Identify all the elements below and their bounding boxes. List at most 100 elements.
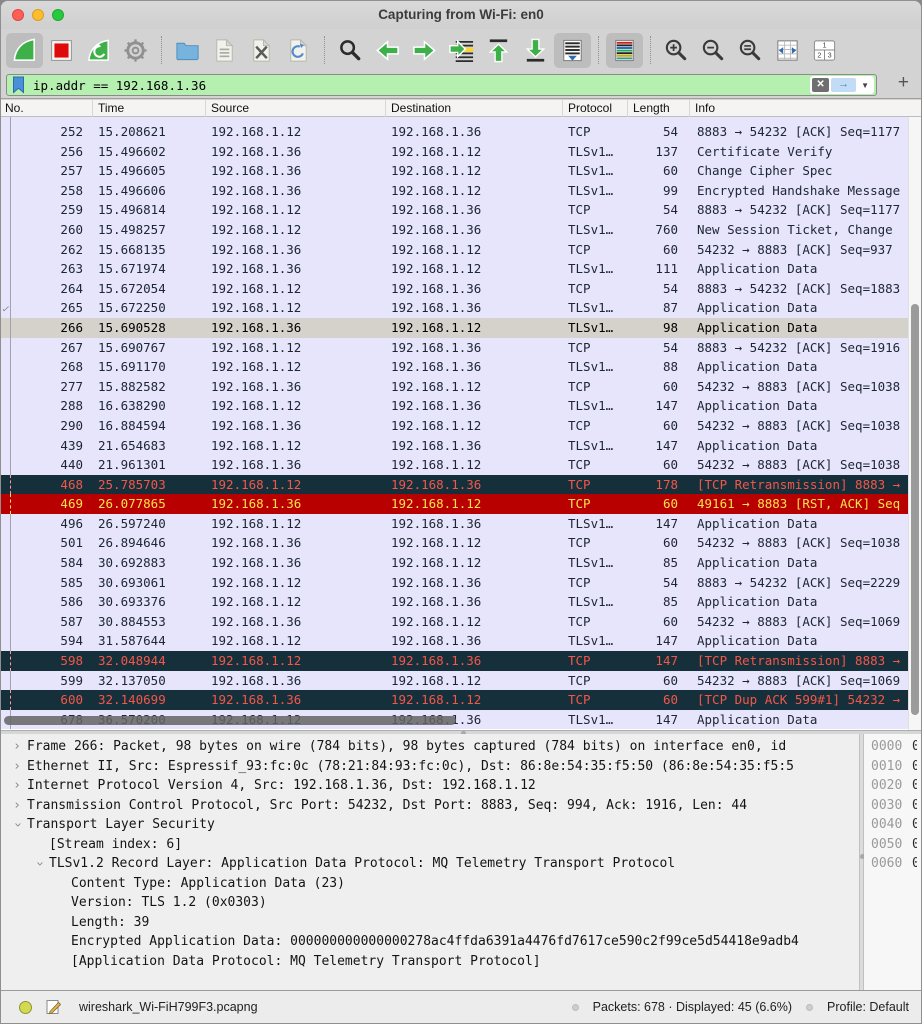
detail-line[interactable]: [Stream index: 6] (1, 835, 859, 855)
save-file-button[interactable] (206, 33, 243, 68)
column-header-destination[interactable]: Destination (386, 100, 563, 117)
detail-line[interactable]: ›Frame 266: Packet, 98 bytes on wire (78… (1, 737, 859, 757)
packet-row-263[interactable]: 26315.671974192.168.1.36192.168.1.12TLSv… (1, 259, 921, 279)
packet-row-266[interactable]: 26615.690528192.168.1.36192.168.1.12TLSv… (1, 318, 921, 338)
packet-row-439[interactable]: 43921.654683192.168.1.12192.168.1.36TLSv… (1, 436, 921, 456)
start-capture-button[interactable] (6, 33, 43, 68)
apply-filter-button[interactable]: → (831, 78, 856, 92)
column-header-no[interactable]: No. (1, 100, 93, 117)
detail-line[interactable]: ›Ethernet II, Src: Espressif_93:fc:0c (7… (1, 757, 859, 777)
packet-bytes-pane[interactable]: 00000001000020000300004000050000600 (864, 734, 921, 990)
hex-offset-line[interactable]: 00100 (864, 757, 921, 777)
stop-capture-button[interactable] (43, 33, 80, 68)
packet-row-262[interactable]: 26215.668135192.168.1.36192.168.1.12TCP6… (1, 240, 921, 260)
detail-line[interactable]: ›Internet Protocol Version 4, Src: 192.1… (1, 776, 859, 796)
title-bar[interactable]: Capturing from Wi-Fi: en0 (1, 1, 921, 29)
detail-line[interactable]: Encrypted Application Data: 000000000000… (1, 932, 859, 952)
packet-details-pane[interactable]: ›Frame 266: Packet, 98 bytes on wire (78… (1, 734, 859, 990)
hex-offset-line[interactable]: 00200 (864, 776, 921, 796)
detail-line[interactable]: [Application Data Protocol: MQ Telemetry… (1, 952, 859, 972)
packet-row-288[interactable]: 28816.638290192.168.1.12192.168.1.36TLSv… (1, 396, 921, 416)
packet-row-265[interactable]: ✓26515.672250192.168.1.12192.168.1.36TLS… (1, 298, 921, 318)
packet-row-469[interactable]: 46926.077865192.168.1.36192.168.1.12TCP6… (1, 494, 921, 514)
go-forward-button[interactable] (406, 33, 443, 68)
packet-row-252[interactable]: 25215.208621192.168.1.12192.168.1.36TCP5… (1, 122, 921, 142)
packet-row-264[interactable]: 26415.672054192.168.1.12192.168.1.36TCP5… (1, 279, 921, 299)
filter-expression-text[interactable]: ip.addr == 192.168.1.36 (33, 78, 810, 93)
packet-row-259[interactable]: 25915.496814192.168.1.12192.168.1.36TCP5… (1, 200, 921, 220)
expert-info-icon[interactable] (19, 1001, 32, 1014)
collapse-arrow-icon[interactable]: › (29, 854, 49, 874)
filter-dropdown-caret-icon[interactable]: ▼ (858, 81, 872, 90)
column-header-source[interactable]: Source (206, 100, 386, 117)
hex-offset-line[interactable]: 00600 (864, 854, 921, 874)
packet-list-body[interactable]: 25215.208621192.168.1.12192.168.1.36TCP5… (1, 117, 921, 730)
expand-arrow-icon[interactable]: › (7, 757, 27, 777)
packet-row-256[interactable]: 25615.496602192.168.1.36192.168.1.12TLSv… (1, 142, 921, 162)
horizontal-scrollbar-thumb[interactable] (4, 716, 456, 725)
go-back-button[interactable] (369, 33, 406, 68)
add-filter-button[interactable]: + (898, 72, 909, 94)
packet-row-290[interactable]: 29016.884594192.168.1.36192.168.1.12TCP6… (1, 416, 921, 436)
capture-filename[interactable]: wireshark_Wi-FiH799F3.pcapng (79, 1000, 258, 1014)
go-to-top-button[interactable] (480, 33, 517, 68)
packet-row-585[interactable]: 58530.693061192.168.1.12192.168.1.36TCP5… (1, 573, 921, 593)
detail-line[interactable]: Length: 39 (1, 913, 859, 933)
collapse-arrow-icon[interactable]: › (7, 815, 27, 835)
packet-row-277[interactable]: 27715.882582192.168.1.36192.168.1.12TCP6… (1, 377, 921, 397)
packet-row-584[interactable]: 58430.692883192.168.1.36192.168.1.12TLSv… (1, 553, 921, 573)
hex-offset-line[interactable]: 00400 (864, 815, 921, 835)
expand-arrow-icon[interactable]: › (7, 737, 27, 757)
detail-line[interactable]: ›Transport Layer Security (1, 815, 859, 835)
packet-row-594[interactable]: 59431.587644192.168.1.12192.168.1.36TLSv… (1, 631, 921, 651)
packet-row-587[interactable]: 58730.884553192.168.1.36192.168.1.12TCP6… (1, 612, 921, 632)
colorize-toggle-button[interactable] (606, 33, 643, 68)
column-header-info[interactable]: Info (690, 100, 921, 117)
hex-offset-line[interactable]: 00300 (864, 796, 921, 816)
auto-scroll-toggle-button[interactable] (554, 33, 591, 68)
detail-line[interactable]: Version: TLS 1.2 (0x0303) (1, 893, 859, 913)
capture-options-button[interactable] (117, 33, 154, 68)
packet-row-267[interactable]: 26715.690767192.168.1.12192.168.1.36TCP5… (1, 338, 921, 358)
packet-row-586[interactable]: 58630.693376192.168.1.12192.168.1.36TLSv… (1, 592, 921, 612)
zoom-in-button[interactable] (658, 33, 695, 68)
packet-row-599[interactable]: 59932.137050192.168.1.36192.168.1.12TCP6… (1, 671, 921, 691)
go-to-bottom-button[interactable] (517, 33, 554, 68)
close-file-button[interactable] (243, 33, 280, 68)
column-header-length[interactable]: Length (628, 100, 690, 117)
profile-text[interactable]: Profile: Default (827, 1000, 909, 1014)
packet-row-258[interactable]: 25815.496606192.168.1.36192.168.1.12TLSv… (1, 181, 921, 201)
resize-columns-button[interactable] (769, 33, 806, 68)
packet-row-501[interactable]: 50126.894646192.168.1.36192.168.1.12TCP6… (1, 533, 921, 553)
packet-row-468[interactable]: 46825.785703192.168.1.12192.168.1.36TCP1… (1, 475, 921, 495)
find-packet-button[interactable] (332, 33, 369, 68)
zoom-reset-button[interactable] (732, 33, 769, 68)
detail-line[interactable]: ›Transmission Control Protocol, Src Port… (1, 796, 859, 816)
capture-comment-icon[interactable] (46, 999, 61, 1015)
zoom-out-button[interactable] (695, 33, 732, 68)
go-to-packet-button[interactable] (443, 33, 480, 68)
vertical-scrollbar-thumb[interactable] (911, 304, 919, 715)
hex-offset-line[interactable]: 00500 (864, 835, 921, 855)
packet-row-260[interactable]: 26015.498257192.168.1.12192.168.1.36TLSv… (1, 220, 921, 240)
detail-line[interactable]: ›TLSv1.2 Record Layer: Application Data … (1, 854, 859, 874)
restart-capture-button[interactable] (80, 33, 117, 68)
expand-arrow-icon[interactable]: › (7, 776, 27, 796)
packet-row-600[interactable]: 60032.140699192.168.1.36192.168.1.12TCP6… (1, 690, 921, 710)
hex-offset-line[interactable]: 00000 (864, 737, 921, 757)
packet-row-257[interactable]: 25715.496605192.168.1.36192.168.1.12TLSv… (1, 161, 921, 181)
clear-filter-button[interactable]: ✕ (812, 78, 829, 92)
detail-line[interactable]: Content Type: Application Data (23) (1, 874, 859, 894)
reload-file-button[interactable] (280, 33, 317, 68)
layout-chooser-button[interactable]: 123 (806, 33, 843, 68)
bookmark-icon[interactable] (11, 76, 26, 94)
display-filter-input[interactable]: ip.addr == 192.168.1.36 ✕ → ▼ (6, 74, 877, 96)
expand-arrow-icon[interactable]: › (7, 796, 27, 816)
column-header-time[interactable]: Time (93, 100, 206, 117)
packet-row-440[interactable]: 44021.961301192.168.1.36192.168.1.12TCP6… (1, 455, 921, 475)
open-file-button[interactable] (169, 33, 206, 68)
packet-row-496[interactable]: 49626.597240192.168.1.12192.168.1.36TLSv… (1, 514, 921, 534)
packet-row-598[interactable]: 59832.048944192.168.1.12192.168.1.36TCP1… (1, 651, 921, 671)
column-header-protocol[interactable]: Protocol (563, 100, 628, 117)
packet-row-268[interactable]: 26815.691170192.168.1.12192.168.1.36TLSv… (1, 357, 921, 377)
